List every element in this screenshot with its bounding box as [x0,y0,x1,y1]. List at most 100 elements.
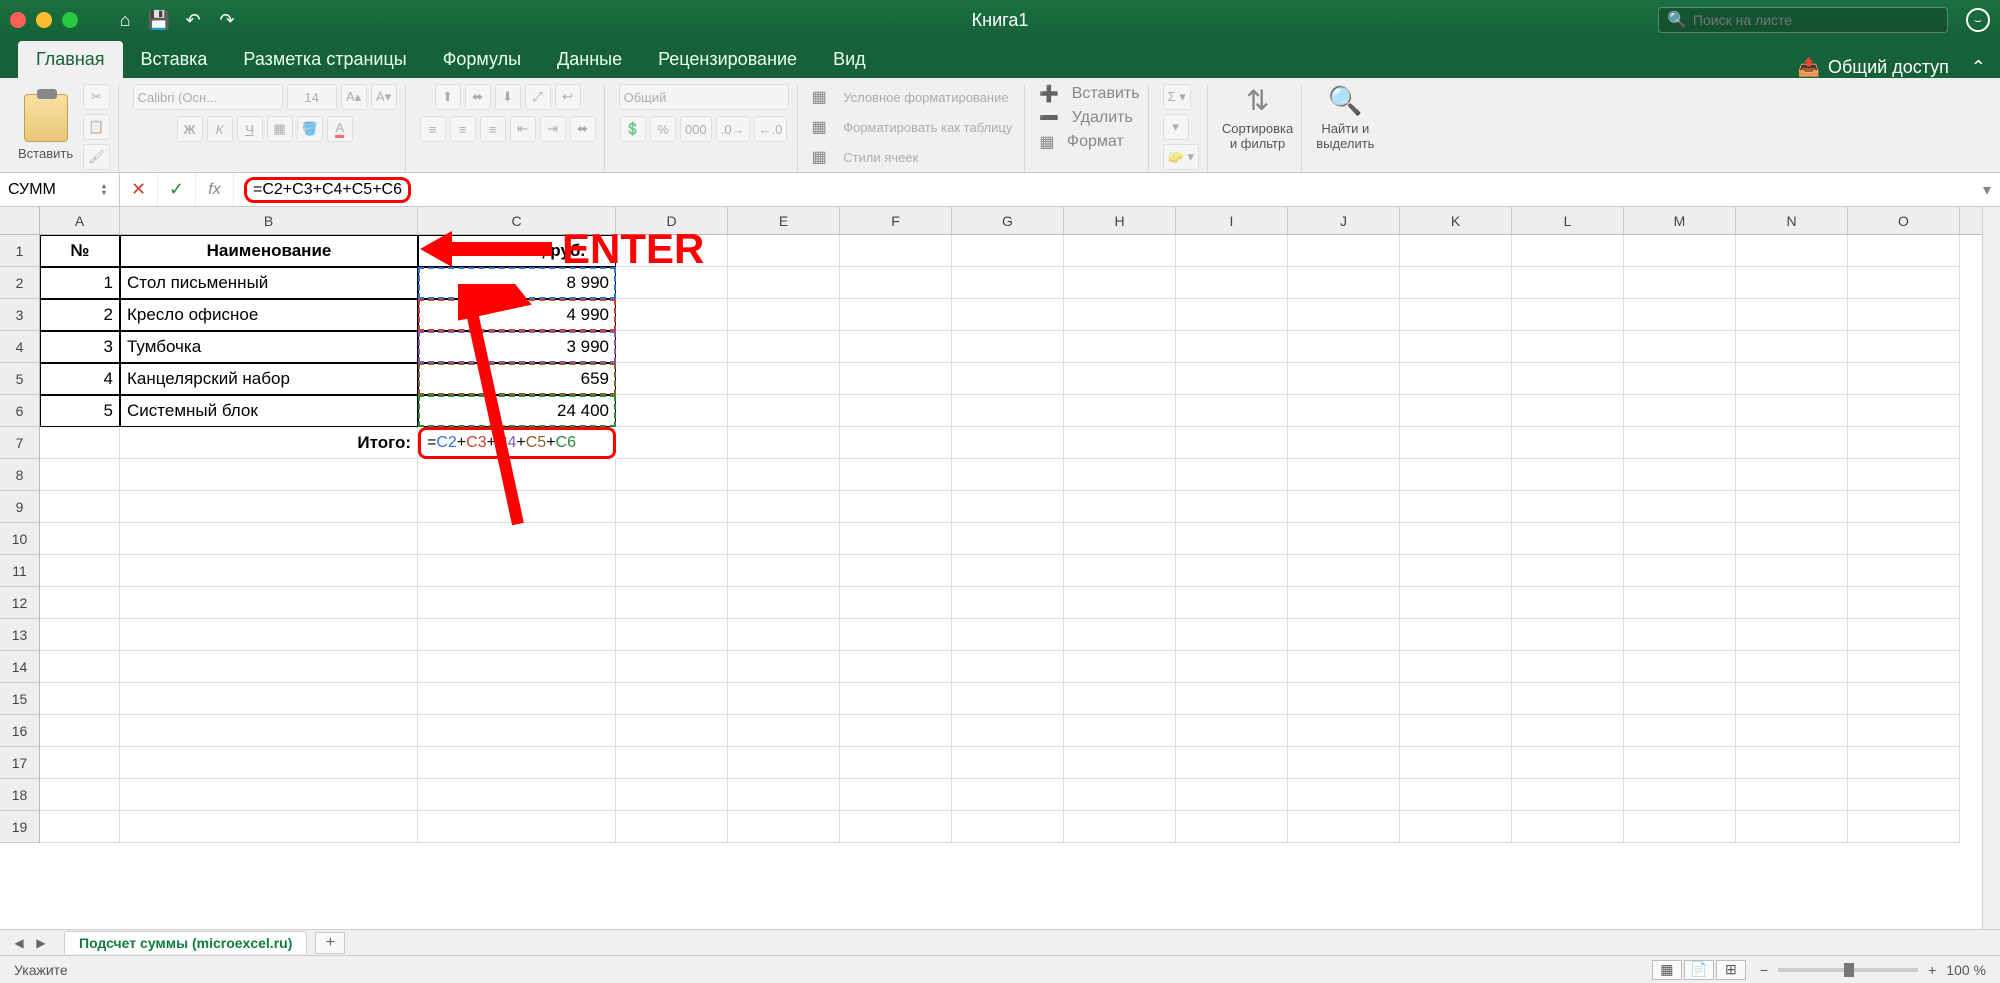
comma-button[interactable]: 000 [680,116,712,142]
cell[interactable] [616,491,728,523]
cell[interactable] [1624,523,1736,555]
cell[interactable] [1848,491,1960,523]
cell[interactable] [1736,651,1848,683]
cell[interactable] [1288,587,1400,619]
cell[interactable]: Итого: [120,427,418,459]
col-header-F[interactable]: F [840,207,952,234]
number-format-select[interactable]: Общий [619,84,789,110]
cell[interactable] [728,619,840,651]
cell[interactable]: 5 [40,395,120,427]
align-middle-button[interactable]: ⬌ [465,84,491,110]
cell[interactable] [1288,363,1400,395]
cell[interactable] [952,587,1064,619]
cell[interactable] [616,715,728,747]
cell[interactable] [1624,779,1736,811]
cell[interactable] [840,491,952,523]
cell[interactable] [1400,683,1512,715]
cell[interactable] [1624,683,1736,715]
cell[interactable]: Системный блок [120,395,418,427]
cell[interactable] [1064,683,1176,715]
bold-button[interactable]: Ж [177,116,203,142]
cell[interactable] [728,459,840,491]
cell[interactable] [1512,683,1624,715]
cell[interactable] [1176,555,1288,587]
cell[interactable] [1736,811,1848,843]
cell[interactable] [1064,779,1176,811]
cell[interactable] [1288,459,1400,491]
name-box-stepper[interactable]: ▲▼ [97,183,111,197]
page-break-view-button[interactable]: ⊞ [1716,960,1746,980]
cell[interactable] [1624,491,1736,523]
cell[interactable] [728,395,840,427]
paste-icon[interactable] [24,94,68,142]
name-box[interactable]: СУММ ▲▼ [0,173,120,206]
cell[interactable] [1064,235,1176,267]
cell[interactable] [1176,395,1288,427]
cell[interactable] [1848,427,1960,459]
zoom-in-button[interactable]: + [1928,962,1936,978]
cell[interactable] [1512,523,1624,555]
cell[interactable] [418,715,616,747]
row-header[interactable]: 3 [0,299,40,331]
cell[interactable] [1400,715,1512,747]
accept-formula-button[interactable]: ✓ [158,173,196,206]
cell[interactable] [1288,267,1400,299]
row-header[interactable]: 2 [0,267,40,299]
cell[interactable] [1288,811,1400,843]
cell[interactable] [1288,331,1400,363]
cell[interactable] [1512,299,1624,331]
cell[interactable] [40,587,120,619]
cell[interactable] [1512,427,1624,459]
cell[interactable] [1624,587,1736,619]
cell[interactable] [840,235,952,267]
cell[interactable] [1176,427,1288,459]
cell[interactable] [1512,235,1624,267]
cell[interactable] [120,715,418,747]
cell[interactable] [1064,491,1176,523]
cell[interactable]: 2 [40,299,120,331]
align-top-button[interactable]: ⬆ [435,84,461,110]
cell[interactable] [1176,523,1288,555]
col-header-L[interactable]: L [1512,207,1624,234]
redo-icon[interactable]: ↷ [210,6,244,34]
cell[interactable] [952,363,1064,395]
cell[interactable] [40,523,120,555]
cell[interactable] [120,491,418,523]
cell[interactable] [1400,235,1512,267]
percent-button[interactable]: % [650,116,676,142]
cell[interactable] [120,747,418,779]
cell-styles-button[interactable]: Стили ячеек [839,144,922,170]
cell[interactable] [728,523,840,555]
cell[interactable] [616,363,728,395]
clear-button[interactable]: 🧽 ▾ [1163,144,1199,170]
cell[interactable] [1848,683,1960,715]
cell[interactable] [728,363,840,395]
cell[interactable] [1736,619,1848,651]
cell[interactable] [728,587,840,619]
cell[interactable] [1624,811,1736,843]
font-size-select[interactable]: 14 [287,84,337,110]
cell[interactable] [1736,235,1848,267]
row-header[interactable]: 9 [0,491,40,523]
cell[interactable] [1176,587,1288,619]
cell[interactable]: Канцелярский набор [120,363,418,395]
cell[interactable] [1176,651,1288,683]
search-input[interactable] [1693,12,1939,28]
sort-filter-icon[interactable]: ⇅ [1246,84,1269,117]
cell[interactable] [1064,395,1176,427]
collapse-ribbon-icon[interactable]: ⌃ [1971,57,1986,78]
formula-input[interactable]: =C2+C3+C4+C5+C6 [234,177,1974,203]
cell[interactable] [1176,683,1288,715]
cell[interactable] [1288,491,1400,523]
normal-view-button[interactable]: ▦ [1652,960,1682,980]
cell[interactable] [952,459,1064,491]
cell[interactable] [1736,715,1848,747]
decrease-font-button[interactable]: A▾ [371,84,397,110]
share-button[interactable]: Общий доступ [1828,57,1949,78]
cell[interactable]: Стол письменный [120,267,418,299]
cell[interactable] [1736,299,1848,331]
zoom-out-button[interactable]: − [1760,962,1768,978]
cell[interactable] [728,299,840,331]
cell[interactable] [840,555,952,587]
currency-button[interactable]: 💲 [620,116,646,142]
